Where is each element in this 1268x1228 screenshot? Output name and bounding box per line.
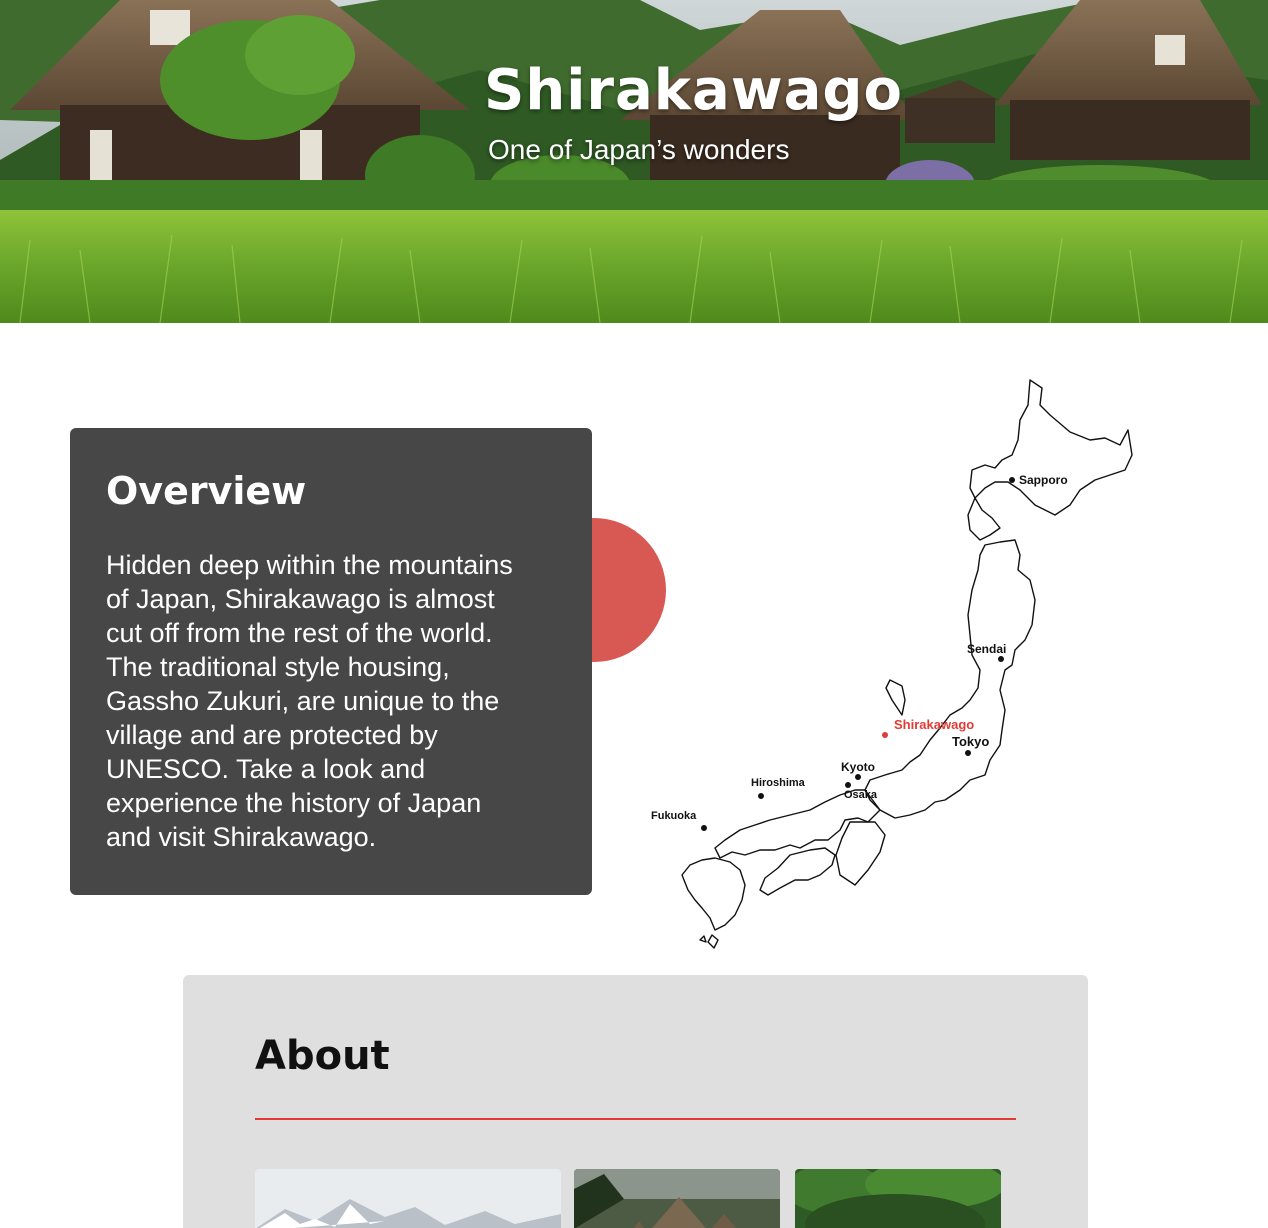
overview-line: UNESCO. Take a look and: [106, 754, 426, 784]
map-label-shirakawago: Shirakawago: [894, 717, 975, 732]
overview-line: cut off from the rest of the world.: [106, 618, 493, 648]
overview-line: Hidden deep within the mountains: [106, 550, 513, 580]
overview-line: Gassho Zukuri, are unique to the: [106, 686, 500, 716]
map-label-tokyo: Tokyo: [952, 734, 990, 749]
overview-heading: Overview: [106, 469, 307, 513]
about-divider: [255, 1118, 1016, 1120]
map-label-osaka: Osaka: [844, 789, 878, 801]
overview-line: of Japan, Shirakawago is almost: [106, 584, 495, 614]
overview-card: Overview Hidden deep within the mountain…: [70, 428, 592, 895]
map-label-hiroshima: Hiroshima: [751, 777, 805, 789]
japan-map: Sapporo Sendai Shirakawago Tokyo Kyoto H…: [640, 370, 1150, 950]
overview-line: The traditional style housing,: [106, 652, 450, 682]
overview-text: Hidden deep within the mountains of Japa…: [106, 548, 556, 854]
map-label-kyoto: Kyoto: [841, 760, 875, 774]
japan-outline-icon: [681, 379, 1133, 949]
about-heading: About: [255, 1033, 390, 1079]
map-label-sapporo: Sapporo: [1019, 473, 1068, 487]
about-photo-mountains[interactable]: [255, 1169, 561, 1228]
overview-line: village and are protected by: [106, 720, 438, 750]
about-card: About: [183, 975, 1088, 1228]
overview-line: experience the history of Japan: [106, 788, 482, 818]
about-photo-forest[interactable]: [795, 1169, 1001, 1228]
map-label-fukuoka: Fukuoka: [651, 810, 697, 822]
map-label-sendai: Sendai: [967, 642, 1007, 656]
hero-subtitle: One of Japan’s wonders: [488, 134, 790, 165]
overview-line: and visit Shirakawago.: [106, 822, 377, 852]
hero-banner: Shirakawago One of Japan’s wonders: [0, 0, 1268, 323]
about-photo-village[interactable]: [574, 1169, 780, 1228]
hero-title: Shirakawago: [484, 58, 903, 123]
